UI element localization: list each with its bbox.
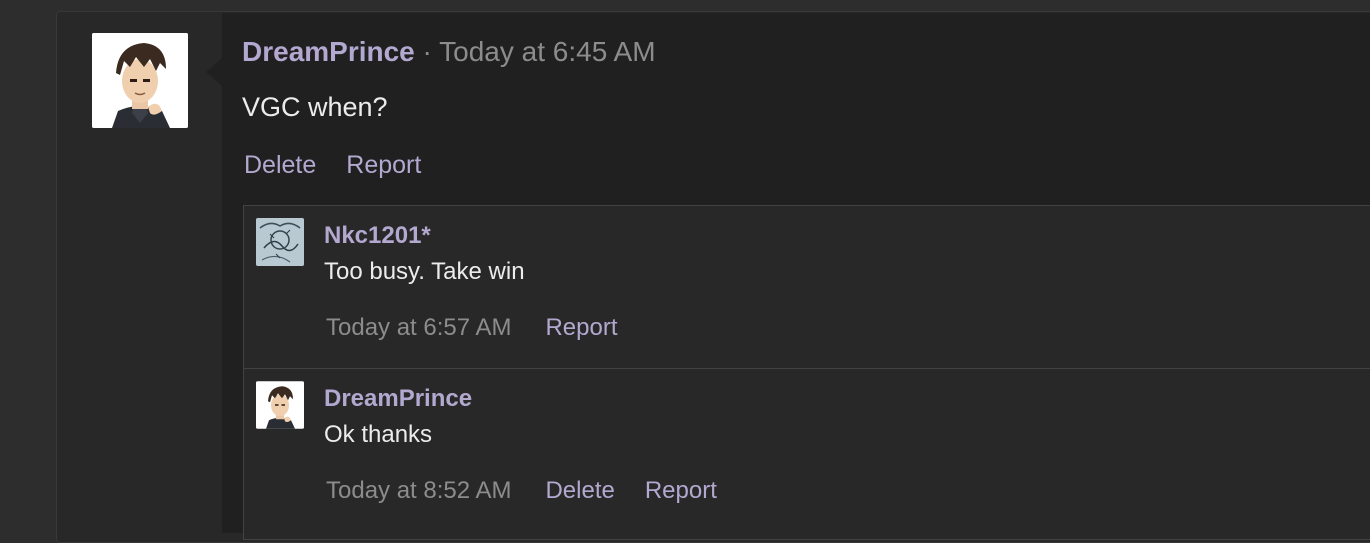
- reply-author[interactable]: Nkc1201*: [324, 222, 431, 250]
- reply-timestamp[interactable]: Today at 6:57 AM: [326, 314, 511, 341]
- reply-item: Nkc1201* Too busy. Take win Today at 6:5…: [243, 205, 1370, 369]
- sketch-art-avatar-icon: [256, 218, 304, 266]
- post-avatar[interactable]: [92, 33, 188, 128]
- post-header: DreamPrince · Today at 6:45 AM: [242, 36, 656, 68]
- anime-character-avatar-icon: [92, 33, 188, 128]
- anime-character-avatar-icon: [256, 381, 304, 429]
- reply-timestamp[interactable]: Today at 8:52 AM: [326, 477, 511, 504]
- delete-button[interactable]: Delete: [545, 477, 614, 504]
- reply-text: Too busy. Take win: [324, 258, 525, 285]
- reply-avatar[interactable]: [256, 218, 304, 266]
- report-button[interactable]: Report: [645, 477, 717, 504]
- reply-avatar[interactable]: [256, 381, 304, 429]
- post-timestamp[interactable]: Today at 6:45 AM: [439, 36, 655, 67]
- reply-text: Ok thanks: [324, 421, 433, 448]
- reply-author[interactable]: DreamPrince: [324, 385, 472, 413]
- reply-actions: Today at 6:57 AM Report: [326, 314, 648, 342]
- post-author[interactable]: DreamPrince: [242, 36, 415, 67]
- header-separator: ·: [414, 36, 440, 67]
- post-text: VGC when?: [242, 92, 388, 122]
- delete-button[interactable]: Delete: [244, 151, 316, 179]
- post-actions: Delete Report: [244, 151, 451, 180]
- report-button[interactable]: Report: [346, 151, 421, 179]
- report-button[interactable]: Report: [545, 314, 617, 341]
- reply-item: DreamPrince Ok thanks Today at 8:52 AM De…: [243, 368, 1370, 540]
- reply-actions: Today at 8:52 AM Delete Report: [326, 477, 747, 505]
- speech-bubble-arrow: [206, 58, 222, 86]
